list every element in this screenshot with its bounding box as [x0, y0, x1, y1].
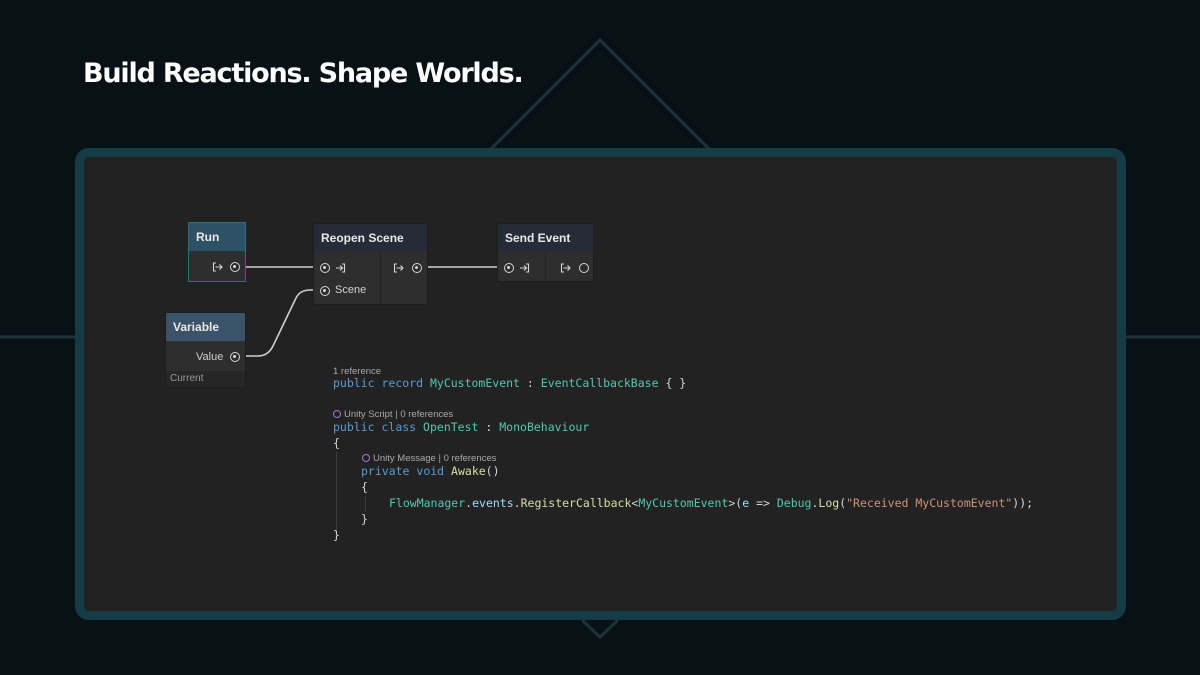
variable-node-title: Variable [166, 313, 245, 341]
flow-exit-icon [393, 263, 404, 273]
code-line-record: public record MyCustomEvent : EventCallb… [333, 376, 687, 390]
unity-icon [333, 410, 341, 418]
code-line-register: FlowManager.events.RegisterCallback<MyCu… [389, 496, 1034, 510]
code-line-method: private void Awake() [361, 464, 500, 478]
node-divider [380, 252, 381, 304]
flow-enter-icon [336, 263, 346, 273]
flow-exit-icon [212, 262, 223, 272]
run-flow-out-port[interactable] [230, 262, 240, 272]
scene-port-label: Scene [335, 284, 367, 296]
value-output-port[interactable] [230, 352, 240, 362]
code-snippet: 1 reference public record MyCustomEvent … [333, 366, 1033, 632]
code-line-class: public class OpenTest : MonoBehaviour [333, 420, 590, 434]
run-node-title: Run [189, 223, 245, 251]
code-line-inner-close: } [361, 512, 368, 526]
scene-input-port[interactable] [320, 286, 330, 296]
page-headline: Build Reactions. Shape Worlds. [83, 58, 524, 89]
send-event-node-title: Send Event [498, 224, 593, 252]
unity-icon [362, 454, 370, 462]
send-flow-out-port[interactable] [579, 263, 589, 273]
code-line-close-brace: } [333, 528, 340, 542]
send-event-node[interactable]: Send Event [497, 223, 594, 282]
run-node[interactable]: Run [188, 222, 246, 282]
codelens-unity-message[interactable]: Unity Message | 0 references [362, 453, 496, 464]
node-divider [545, 252, 546, 281]
reopen-flow-in-port[interactable] [320, 263, 330, 273]
variable-node-footer: Current [166, 371, 245, 387]
flow-enter-icon [520, 263, 530, 273]
codelens-unity-script[interactable]: Unity Script | 0 references [333, 409, 453, 420]
flow-exit-icon [560, 263, 571, 273]
indent-guide [365, 496, 366, 512]
variable-node[interactable]: Variable Value Current [165, 312, 246, 388]
value-port-label: Value [196, 351, 224, 363]
variable-scope-label: Current [170, 373, 204, 384]
send-flow-in-port[interactable] [504, 263, 514, 273]
reopen-flow-out-port[interactable] [412, 263, 422, 273]
code-line-inner-open: { [361, 480, 368, 494]
reopen-scene-node-title: Reopen Scene [314, 224, 427, 252]
indent-guide [336, 452, 337, 530]
code-line-open-brace: { [333, 436, 340, 450]
reopen-scene-node[interactable]: Reopen Scene Scene [313, 223, 428, 305]
